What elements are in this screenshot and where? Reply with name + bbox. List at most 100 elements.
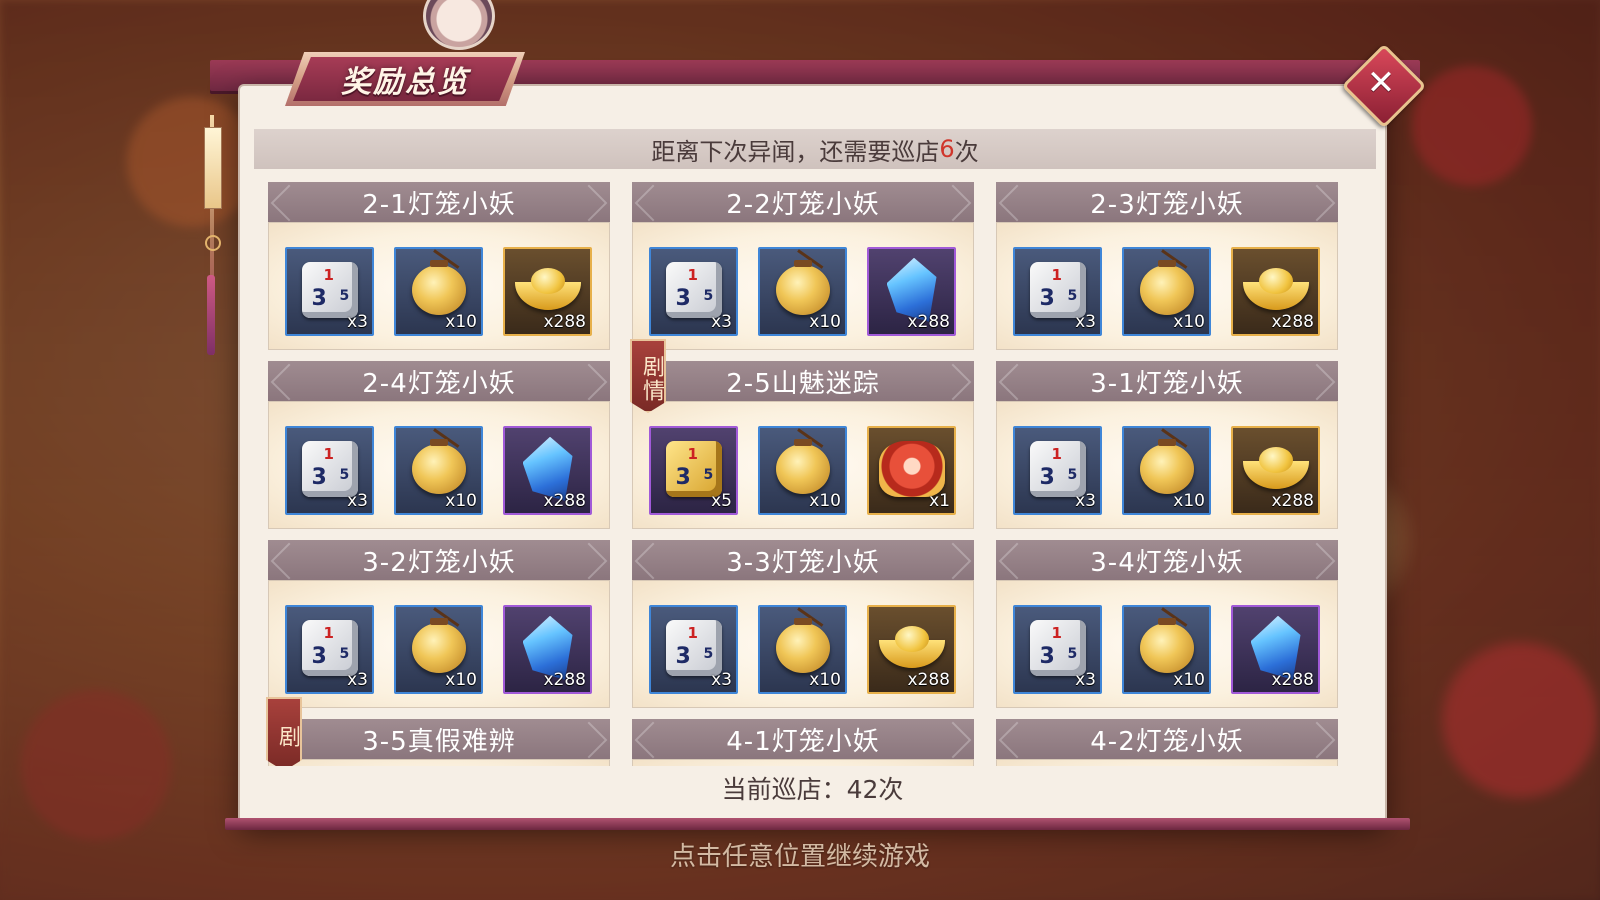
dice-icon: 135 <box>1029 261 1086 318</box>
stage-rewards: 1 3 5 x3 x10 x288 <box>996 222 1338 350</box>
stage-card: 3-5真假难辨剧 <box>266 697 610 766</box>
reward-item[interactable]: x288 <box>867 247 956 336</box>
stage-card: 3-1灯笼小妖 1 3 5 x3 x10 x288 <box>996 361 1338 531</box>
lantern-icon <box>1139 438 1194 494</box>
stage-card: 2-2灯笼小妖 1 3 5 x3 x10 x288 <box>632 182 974 352</box>
reward-count: x1 <box>929 491 950 511</box>
reward-count: x288 <box>1271 312 1314 332</box>
gold-ingot-icon <box>514 267 581 312</box>
next-event-suffix: 次 <box>954 137 979 166</box>
next-event-remaining: 6 <box>939 135 955 163</box>
current-patrol-value: 42次 <box>846 775 904 804</box>
lantern-icon <box>775 438 830 494</box>
reward-count: x288 <box>543 312 586 332</box>
reward-item[interactable]: x10 <box>394 247 483 336</box>
next-event-prefix: 距离下次异闻，还需要巡店 <box>651 137 940 166</box>
reward-count: x3 <box>347 491 368 511</box>
stage-title: 2-5山魅迷踪 <box>632 361 974 401</box>
dice-icon: 135 <box>301 440 358 497</box>
stage-rewards <box>268 759 610 766</box>
reward-count: x10 <box>809 670 841 690</box>
reward-item[interactable]: x10 <box>1122 247 1211 336</box>
reward-item[interactable]: x10 <box>758 605 847 694</box>
lantern-icon <box>411 259 466 315</box>
reward-item[interactable]: x10 <box>758 426 847 515</box>
reward-item[interactable]: 1 3 5 x5 <box>649 426 738 515</box>
panel-title: 奖励总览 <box>341 65 469 100</box>
reward-item[interactable]: 1 3 5 x3 <box>285 605 374 694</box>
panel-bottom-frame <box>225 818 1410 830</box>
reward-item[interactable]: x10 <box>1122 426 1211 515</box>
stage-rewards <box>632 759 974 766</box>
stage-rewards <box>996 759 1338 766</box>
lantern-icon <box>1139 617 1194 673</box>
reward-item[interactable]: 1 3 5 x3 <box>1013 247 1102 336</box>
stage-rewards: 1 3 5 x3 x10 x288 <box>996 580 1338 708</box>
stage-card: 3-3灯笼小妖 1 3 5 x3 x10 x288 <box>632 540 974 710</box>
stage-card: 3-4灯笼小妖 1 3 5 x3 x10 x288 <box>996 540 1338 710</box>
reward-count: x3 <box>711 312 732 332</box>
stage-title: 2-4灯笼小妖 <box>268 361 610 401</box>
reward-item[interactable]: x288 <box>1231 247 1320 336</box>
dice-icon: 135 <box>1029 619 1086 676</box>
reward-item[interactable]: x288 <box>503 605 592 694</box>
stage-card: 4-1灯笼小妖 <box>632 719 974 766</box>
gold-ingot-icon <box>878 625 945 670</box>
lantern-icon <box>775 259 830 315</box>
stage-rewards: 1 3 5 x3 x10 x288 <box>268 580 610 708</box>
reward-item[interactable]: x288 <box>503 247 592 336</box>
current-patrol-label: 当前巡店： <box>721 775 847 804</box>
reward-item[interactable]: x288 <box>1231 426 1320 515</box>
reward-count: x3 <box>1075 670 1096 690</box>
reward-item[interactable]: x288 <box>867 605 956 694</box>
dice-icon: 135 <box>1029 440 1086 497</box>
dice-icon: 135 <box>301 261 358 318</box>
stage-reward-grid[interactable]: 2-1灯笼小妖 1 3 5 x3 x10 x288 2-2灯笼小妖 1 3 5 x3 x10 x288 2-… <box>254 172 1376 766</box>
reward-count: x10 <box>1173 670 1205 690</box>
reward-count: x288 <box>1271 491 1314 511</box>
reward-count: x10 <box>809 491 841 511</box>
reward-item[interactable]: x10 <box>758 247 847 336</box>
reward-item[interactable]: 1 3 5 x3 <box>649 605 738 694</box>
reward-count: x10 <box>809 312 841 332</box>
reward-item[interactable]: x10 <box>394 605 483 694</box>
stage-rewards: 1 3 5 x3 x10 x288 <box>268 401 610 529</box>
reward-item[interactable]: x1 <box>867 426 956 515</box>
stage-title: 4-1灯笼小妖 <box>632 719 974 759</box>
stage-rewards: 1 3 5 x3 x10 x288 <box>632 222 974 350</box>
reward-count: x288 <box>543 491 586 511</box>
gold-ingot-icon <box>1242 446 1309 491</box>
reward-item[interactable]: 1 3 5 x3 <box>285 247 374 336</box>
reward-item[interactable]: 1 3 5 x3 <box>1013 426 1102 515</box>
stage-rewards: 1 3 5 x3 x10 x288 <box>268 222 610 350</box>
continue-hint[interactable]: 点击任意位置继续游戏 <box>0 836 1600 873</box>
reward-item[interactable]: 1 3 5 x3 <box>649 247 738 336</box>
hanging-tassel-ornament <box>202 115 222 365</box>
lantern-icon <box>775 617 830 673</box>
reward-count: x10 <box>445 312 477 332</box>
reward-count: x10 <box>445 670 477 690</box>
close-icon[interactable]: ✕ <box>1354 56 1408 110</box>
reward-item[interactable]: x288 <box>503 426 592 515</box>
stage-card: 2-4灯笼小妖 1 3 5 x3 x10 x288 <box>268 361 610 531</box>
reward-item[interactable]: x10 <box>394 426 483 515</box>
stage-title: 3-3灯笼小妖 <box>632 540 974 580</box>
dice-icon: 135 <box>665 619 722 676</box>
lantern-icon <box>411 438 466 494</box>
gold-dice-icon: 135 <box>665 440 722 497</box>
stage-title: 3-2灯笼小妖 <box>268 540 610 580</box>
lion-dance-icon <box>878 440 945 497</box>
stage-title: 3-4灯笼小妖 <box>996 540 1338 580</box>
gold-ingot-icon <box>1242 267 1309 312</box>
reward-count: x288 <box>907 312 950 332</box>
reward-item[interactable]: x288 <box>1231 605 1320 694</box>
next-event-info: 距离下次异闻，还需要巡店 6 次 <box>254 129 1376 169</box>
reward-item[interactable]: 1 3 5 x3 <box>285 426 374 515</box>
dice-icon: 135 <box>301 619 358 676</box>
reward-count: x3 <box>711 670 732 690</box>
stage-title: 3-5真假难辨 <box>268 719 610 759</box>
reward-item[interactable]: x10 <box>1122 605 1211 694</box>
stage-title: 4-2灯笼小妖 <box>996 719 1338 759</box>
current-patrol-count: 当前巡店： 42次 <box>240 766 1385 810</box>
reward-item[interactable]: 1 3 5 x3 <box>1013 605 1102 694</box>
